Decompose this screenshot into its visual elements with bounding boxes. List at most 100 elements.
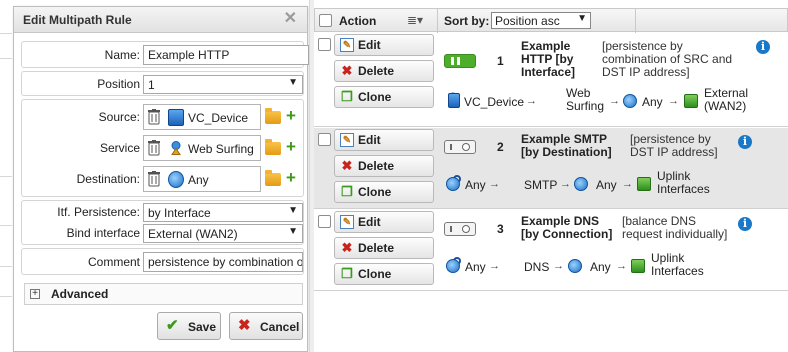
folder-icon[interactable] bbox=[265, 139, 281, 155]
table-row[interactable]: ✎ Edit ✖ Delete ❐ Clone 1 Example HTTP [… bbox=[314, 33, 788, 127]
destination-value: Any bbox=[188, 173, 209, 187]
service-field[interactable]: Web Surfing bbox=[143, 135, 261, 161]
background-panel-edge bbox=[0, 0, 12, 352]
edit-label: Edit bbox=[358, 215, 381, 229]
flow-destination: Any bbox=[596, 178, 617, 192]
delete-button[interactable]: ✖ Delete bbox=[334, 60, 434, 82]
flow-interface: External (WAN2) bbox=[704, 86, 749, 113]
device-icon bbox=[168, 109, 184, 126]
add-source-plus-icon[interactable]: + bbox=[286, 107, 296, 124]
rule-flow: Any → DNS → Any → Uplink Interfaces bbox=[446, 252, 704, 282]
comment-label: Comment bbox=[87, 255, 140, 269]
arrow-icon: → bbox=[668, 95, 679, 107]
rule-number: 1 bbox=[497, 54, 504, 68]
delete-label: Delete bbox=[358, 64, 395, 78]
table-row[interactable]: ✎ Edit ✖ Delete ❐ Clone 2 Example SMTP [… bbox=[314, 128, 788, 209]
bind-interface-select[interactable]: External (WAN2) ▼ bbox=[143, 224, 303, 243]
source-value: VC_Device bbox=[188, 111, 249, 125]
globe-icon bbox=[623, 94, 637, 108]
cancel-label: Cancel bbox=[260, 320, 300, 334]
clone-label: Clone bbox=[358, 185, 392, 199]
add-service-plus-icon[interactable]: + bbox=[286, 138, 296, 155]
info-icon[interactable]: i bbox=[738, 217, 752, 231]
comment-group: Comment persistence by combination of bbox=[21, 248, 304, 275]
globe-icon bbox=[446, 177, 460, 191]
cancel-button[interactable]: ✖ Cancel bbox=[229, 312, 303, 340]
sort-select[interactable]: Position asc ▼ bbox=[491, 12, 591, 29]
rule-description: [persistence by combination of SRC and D… bbox=[602, 39, 733, 79]
edit-icon: ✎ bbox=[340, 38, 354, 52]
expand-icon[interactable]: + bbox=[30, 289, 40, 299]
edit-button[interactable]: ✎ Edit bbox=[334, 34, 434, 56]
globe-icon bbox=[568, 259, 582, 273]
clone-label: Clone bbox=[358, 267, 392, 281]
delete-button[interactable]: ✖ Delete bbox=[334, 155, 434, 177]
folder-icon[interactable] bbox=[265, 170, 281, 186]
select-all-checkbox[interactable] bbox=[319, 14, 332, 27]
arrow-icon: → bbox=[489, 178, 500, 190]
name-group: Name: Example HTTP bbox=[21, 41, 309, 68]
enabled-toggle[interactable] bbox=[444, 140, 476, 154]
name-input[interactable]: Example HTTP bbox=[143, 45, 309, 65]
folder-icon[interactable] bbox=[265, 108, 281, 124]
add-destination-plus-icon[interactable]: + bbox=[286, 169, 296, 186]
clone-button[interactable]: ❐ Clone bbox=[334, 181, 434, 203]
trash-icon[interactable] bbox=[148, 140, 160, 156]
rule-flow: VC_Device → Web Surfing → Any → External… bbox=[446, 87, 748, 117]
delete-icon: ✖ bbox=[341, 240, 353, 255]
dropdown-arrow-icon: ▼ bbox=[288, 226, 298, 237]
clone-button[interactable]: ❐ Clone bbox=[334, 263, 434, 285]
clone-button[interactable]: ❐ Clone bbox=[334, 86, 434, 108]
globe-icon bbox=[168, 171, 184, 188]
info-icon[interactable]: i bbox=[756, 40, 770, 54]
flow-interface: Uplink Interfaces bbox=[651, 251, 704, 278]
app-root: Edit Multipath Rule ✕ Name: Example HTTP… bbox=[0, 0, 788, 352]
itf-persistence-value: by Interface bbox=[148, 206, 211, 220]
itf-persistence-select[interactable]: by Interface ▼ bbox=[143, 203, 303, 222]
enabled-toggle[interactable] bbox=[444, 54, 476, 68]
name-label: Name: bbox=[104, 48, 140, 62]
dropdown-arrow-icon: ▼ bbox=[288, 77, 298, 88]
destination-field[interactable]: Any bbox=[143, 166, 261, 192]
delete-button[interactable]: ✖ Delete bbox=[334, 237, 434, 259]
edit-button[interactable]: ✎ Edit bbox=[334, 129, 434, 151]
position-select[interactable]: 1 ▼ bbox=[143, 75, 303, 94]
rule-number: 3 bbox=[497, 222, 504, 236]
edit-button[interactable]: ✎ Edit bbox=[334, 211, 434, 233]
bind-interface-label: Bind interface bbox=[66, 226, 140, 240]
row-checkbox[interactable] bbox=[318, 215, 331, 228]
enabled-toggle[interactable] bbox=[444, 222, 476, 236]
info-icon[interactable]: i bbox=[738, 135, 752, 149]
service-icon bbox=[171, 141, 181, 155]
traffic-group: Source: VC_Device + Service Web Surfing … bbox=[21, 99, 304, 197]
row-checkbox[interactable] bbox=[318, 38, 331, 51]
arrow-icon: → bbox=[622, 178, 633, 190]
flow-source: Any bbox=[465, 178, 486, 192]
arrow-icon: → bbox=[609, 95, 620, 107]
column-menu-icon[interactable]: ≣▾ bbox=[407, 13, 423, 27]
persistence-group: Itf. Persistence: by Interface ▼ Bind in… bbox=[21, 200, 304, 245]
table-row[interactable]: ✎ Edit ✖ Delete ❐ Clone 3 Example DNS [b… bbox=[314, 210, 788, 291]
save-button[interactable]: ✔ Save bbox=[157, 312, 221, 340]
source-label: Source: bbox=[98, 110, 140, 124]
flow-service: DNS bbox=[524, 260, 550, 274]
globe-icon bbox=[446, 259, 460, 273]
bind-interface-value: External (WAN2) bbox=[148, 227, 238, 241]
trash-icon[interactable] bbox=[148, 109, 160, 125]
position-group: Position 1 ▼ bbox=[21, 71, 304, 96]
close-icon[interactable]: ✕ bbox=[284, 11, 297, 27]
dialog-header: Edit Multipath Rule ✕ bbox=[14, 7, 307, 33]
cancel-x-icon: ✖ bbox=[238, 317, 251, 334]
row-checkbox[interactable] bbox=[318, 133, 331, 146]
comment-input[interactable]: persistence by combination of bbox=[143, 252, 303, 272]
clone-icon: ❐ bbox=[341, 266, 353, 281]
trash-icon[interactable] bbox=[148, 171, 160, 187]
position-value: 1 bbox=[148, 78, 155, 92]
dropdown-arrow-icon: ▼ bbox=[577, 13, 587, 24]
dialog-title: Edit Multipath Rule bbox=[23, 13, 132, 27]
arrow-icon: → bbox=[553, 260, 564, 272]
rule-name: Example SMTP [by Destination] bbox=[521, 132, 612, 159]
source-field[interactable]: VC_Device bbox=[143, 104, 261, 130]
edit-icon: ✎ bbox=[340, 133, 354, 147]
advanced-section[interactable]: + Advanced bbox=[24, 283, 303, 305]
